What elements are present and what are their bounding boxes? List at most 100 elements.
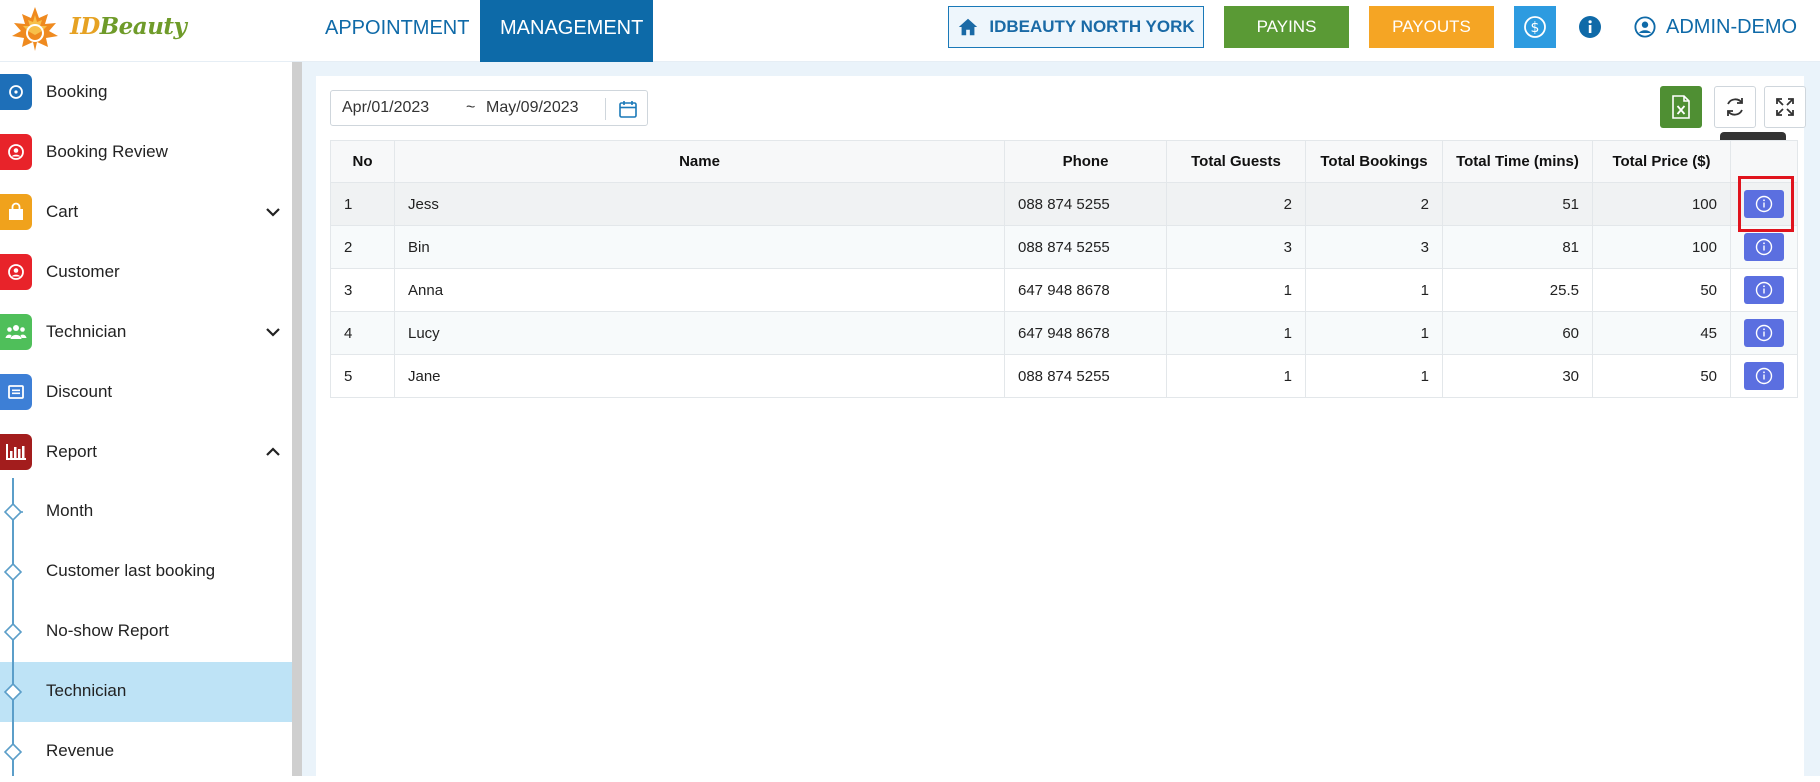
nav-tab-management[interactable]: MANAGEMENT <box>480 0 653 62</box>
sidebar-item-label: Booking Review <box>46 142 168 161</box>
cell-name: Anna <box>394 268 1005 312</box>
table-row[interactable]: 5 Jane 088 874 5255 1 1 30 50 <box>330 354 1798 398</box>
sidebar-subitem-label: Month <box>46 501 94 520</box>
cell-total-time: 60 <box>1442 311 1593 355</box>
divider <box>605 98 606 120</box>
dollar-button[interactable]: $ <box>1514 6 1556 48</box>
cell-phone: 647 948 8678 <box>1004 268 1167 312</box>
bar-chart-icon <box>0 434 32 470</box>
info-circle-icon <box>1755 281 1773 299</box>
column-header-total-time[interactable]: Total Time (mins) <box>1442 140 1593 183</box>
logo-wordmark: IDBeauty <box>70 13 187 40</box>
home-icon <box>959 18 978 36</box>
column-header-total-bookings[interactable]: Total Bookings <box>1305 140 1443 183</box>
cell-actions <box>1730 354 1798 398</box>
expand-icon <box>1776 98 1794 116</box>
column-header-no[interactable]: No <box>330 140 395 183</box>
info-icon[interactable] <box>1578 15 1602 39</box>
clock-icon <box>0 74 32 110</box>
chevron-down-icon[interactable] <box>264 203 282 221</box>
sidebar-item-discount[interactable]: Discount <box>0 362 292 422</box>
table-row[interactable]: 1 Jess 088 874 5255 2 2 51 100 <box>330 182 1798 226</box>
idbeauty-logo[interactable]: IDBeauty <box>4 3 187 55</box>
cell-no: 1 <box>330 182 395 226</box>
info-circle-icon <box>1755 238 1773 256</box>
sidebar-subitem-month[interactable]: Month <box>0 482 292 542</box>
cell-name: Jess <box>394 182 1005 226</box>
user-circle-icon <box>0 254 32 290</box>
cell-name: Bin <box>394 225 1005 269</box>
detail-button[interactable] <box>1744 233 1784 261</box>
technician-report-table: No Name Phone Total Guests Total Booking… <box>330 140 1798 398</box>
table-row[interactable]: 2 Bin 088 874 5255 3 3 81 100 <box>330 225 1798 269</box>
calendar-icon[interactable] <box>618 99 638 119</box>
chevron-up-icon[interactable] <box>264 443 282 461</box>
cell-no: 2 <box>330 225 395 269</box>
export-excel-button[interactable] <box>1660 86 1702 128</box>
sidebar-subitem-label: Revenue <box>46 741 115 760</box>
username: ADMIN-DEMO <box>1666 15 1798 38</box>
chevron-down-icon[interactable] <box>264 323 282 341</box>
maple-leaf-logo-icon <box>12 7 58 51</box>
sidebar-item-booking-review[interactable]: Booking Review <box>0 122 292 182</box>
date-from[interactable]: Apr/01/2023 <box>342 99 429 117</box>
sidebar-item-report[interactable]: Report <box>0 422 292 482</box>
refresh-icon <box>1727 98 1743 116</box>
sidebar-scrollbar[interactable] <box>292 62 302 776</box>
sidebar-subitem-revenue[interactable]: Revenue <box>0 722 292 782</box>
payouts-button[interactable]: PAYOUTS <box>1369 6 1494 48</box>
cell-phone: 088 874 5255 <box>1004 225 1167 269</box>
tree-node-icon <box>3 562 23 582</box>
date-range-picker[interactable]: Apr/01/2023 ~ May/09/2023 <box>330 90 648 126</box>
cell-total-guests: 1 <box>1166 268 1306 312</box>
sidebar-subitem-no-show-report[interactable]: No-show Report <box>0 602 292 662</box>
payins-button[interactable]: PAYINS <box>1224 6 1349 48</box>
cell-total-time: 25.5 <box>1442 268 1593 312</box>
date-to[interactable]: May/09/2023 <box>486 99 579 117</box>
cell-total-price: 50 <box>1592 268 1731 312</box>
column-header-total-price[interactable]: Total Price ($) <box>1592 140 1731 183</box>
store-selector-button[interactable]: IDBEAUTY NORTH YORK <box>948 6 1204 48</box>
cell-no: 5 <box>330 354 395 398</box>
sidebar-subitem-technician[interactable]: Technician <box>0 662 292 722</box>
sidebar-item-booking[interactable]: Booking <box>0 62 292 122</box>
cell-total-time: 51 <box>1442 182 1593 226</box>
column-header-name[interactable]: Name <box>394 140 1005 183</box>
dollar-circle-icon: $ <box>1524 16 1546 38</box>
sidebar-item-technician[interactable]: Technician <box>0 302 292 362</box>
detail-button[interactable] <box>1744 276 1784 304</box>
detail-button[interactable] <box>1744 319 1784 347</box>
table-row[interactable]: 3 Anna 647 948 8678 1 1 25.5 50 <box>330 268 1798 312</box>
table-row[interactable]: 4 Lucy 647 948 8678 1 1 60 45 <box>330 311 1798 355</box>
sidebar-subitem-customer-last-booking[interactable]: Customer last booking <box>0 542 292 602</box>
cell-total-time: 81 <box>1442 225 1593 269</box>
tree-node-icon <box>3 682 23 702</box>
column-header-phone[interactable]: Phone <box>1004 140 1167 183</box>
sidebar-item-customer[interactable]: Customer <box>0 242 292 302</box>
detail-button[interactable] <box>1744 362 1784 390</box>
top-navbar: IDBeauty APPOINTMENT MANAGEMENT IDBEAUTY… <box>0 0 1820 62</box>
info-circle-icon <box>1755 324 1773 342</box>
cell-total-bookings: 1 <box>1305 311 1443 355</box>
cell-total-guests: 3 <box>1166 225 1306 269</box>
user-circle-icon <box>1634 16 1656 38</box>
sidebar-item-cart[interactable]: Cart <box>0 182 292 242</box>
cell-total-price: 50 <box>1592 354 1731 398</box>
detail-button-highlight <box>1738 176 1794 232</box>
column-header-total-guests[interactable]: Total Guests <box>1166 140 1306 183</box>
tree-node-icon <box>3 742 23 762</box>
store-name: IDBEAUTY NORTH YORK <box>989 17 1195 36</box>
svg-text:$: $ <box>1531 20 1540 36</box>
cell-total-bookings: 1 <box>1305 354 1443 398</box>
cell-actions <box>1730 311 1798 355</box>
fullscreen-button[interactable] <box>1764 86 1806 128</box>
cell-no: 3 <box>330 268 395 312</box>
user-menu[interactable]: ADMIN-DEMO <box>1634 12 1797 42</box>
cell-total-time: 30 <box>1442 354 1593 398</box>
info-circle-icon <box>1755 367 1773 385</box>
sidebar-subitem-label: No-show Report <box>46 621 169 640</box>
cell-total-guests: 1 <box>1166 311 1306 355</box>
cell-total-price: 100 <box>1592 225 1731 269</box>
refresh-button[interactable] <box>1714 86 1756 128</box>
nav-tab-appointment[interactable]: APPOINTMENT <box>305 0 480 62</box>
